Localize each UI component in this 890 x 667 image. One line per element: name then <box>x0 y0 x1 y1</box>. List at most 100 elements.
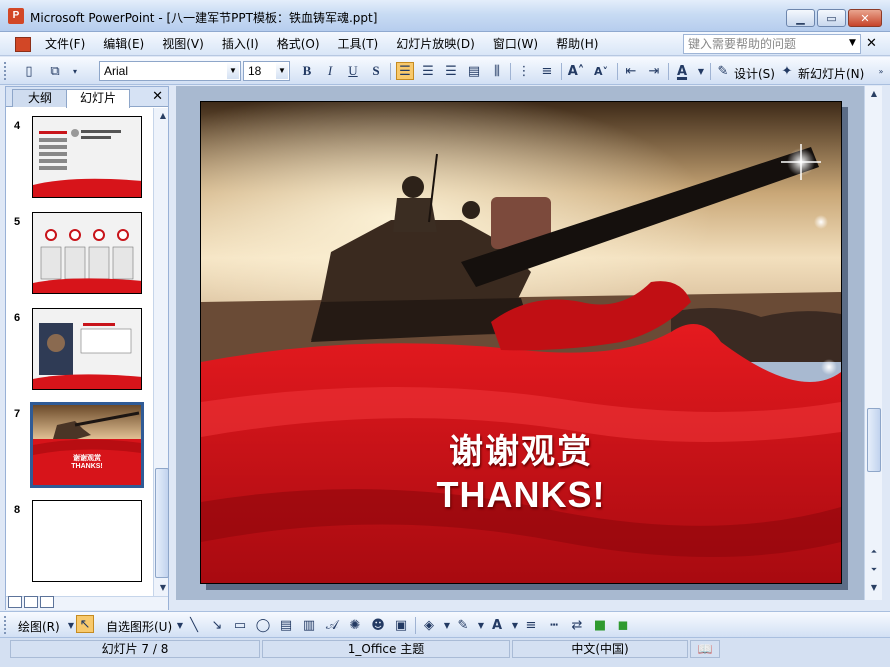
toolbar-options-icon[interactable]: ▾ <box>66 62 84 80</box>
menu-tools[interactable]: 工具(T) <box>329 36 388 52</box>
tab-slides[interactable]: 幻灯片 <box>66 89 130 108</box>
thumbnail-slide-4[interactable] <box>32 116 142 198</box>
close-button[interactable]: ✕ <box>848 9 882 27</box>
thumbnail-slide-7[interactable]: 谢谢观赏 THANKS! <box>30 402 144 488</box>
increase-font-icon[interactable]: A˄ <box>567 62 585 80</box>
help-search-input[interactable]: 键入需要帮助的问题 <box>683 34 861 54</box>
arrow-style-icon[interactable]: ⇄ <box>568 616 586 634</box>
scroll-up-icon[interactable]: ▲ <box>155 108 171 124</box>
line-tool-icon[interactable]: ╲ <box>185 616 203 634</box>
powerpoint-icon[interactable]: P <box>8 8 24 24</box>
chevron-down-icon: ▼ <box>276 63 288 79</box>
increase-indent-icon[interactable]: ⇥ <box>645 62 663 80</box>
italic-button[interactable]: I <box>321 62 339 80</box>
justify-button[interactable]: ▤ <box>465 62 483 80</box>
decrease-indent-icon[interactable]: ⇤ <box>622 62 640 80</box>
toolbar-grip[interactable] <box>4 62 7 80</box>
align-right-button[interactable]: ☰ <box>442 62 460 80</box>
font-color-icon[interactable]: A <box>488 616 506 634</box>
window-title: Microsoft PowerPoint - [八一建军节PPT模板：铁血铸军魂… <box>30 11 378 25</box>
bullets-button[interactable]: ≡ <box>538 62 556 80</box>
design-button[interactable]: 设计(S) <box>734 65 775 82</box>
normal-view-icon[interactable] <box>8 596 22 608</box>
menu-window[interactable]: 窗口(W) <box>484 36 547 52</box>
font-size-select[interactable]: 18 ▼ <box>243 61 290 81</box>
scroll-thumb[interactable] <box>155 468 169 578</box>
bold-button[interactable]: B <box>298 62 316 80</box>
new-slide-button[interactable]: 新幻灯片(N) <box>798 65 864 82</box>
spellcheck-icon[interactable]: 📖 <box>690 640 720 658</box>
menu-insert[interactable]: 插入(I) <box>213 36 268 52</box>
font-name-select[interactable]: Arial ▼ <box>99 61 241 81</box>
draw-menu-button[interactable]: 绘图(R) <box>18 618 60 635</box>
maximize-button[interactable]: ▭ <box>817 9 846 27</box>
document-icon[interactable] <box>15 37 31 52</box>
thumbnail-number: 8 <box>14 504 21 516</box>
fill-color-icon[interactable]: ◈ <box>420 616 438 634</box>
thumbnail-number: 6 <box>14 312 21 324</box>
decrease-font-icon[interactable]: A˅ <box>592 62 610 80</box>
slide-4-preview <box>33 117 141 197</box>
align-left-button[interactable]: ☰ <box>396 62 414 80</box>
align-center-button[interactable]: ☰ <box>419 62 437 80</box>
clipart-icon[interactable]: ☻ <box>369 616 387 634</box>
rectangle-tool-icon[interactable]: ▭ <box>231 616 249 634</box>
copy-icon[interactable]: ⧉ <box>46 62 64 80</box>
scroll-down-icon[interactable]: ▼ <box>155 580 171 596</box>
diagram-icon[interactable]: ✺ <box>346 616 364 634</box>
numbering-button[interactable]: ⋮ <box>515 62 533 80</box>
scroll-up-icon[interactable]: ▲ <box>866 86 882 102</box>
document-close-icon[interactable]: ✕ <box>866 36 877 51</box>
thumbnail-slide-5[interactable] <box>32 212 142 294</box>
arrow-tool-icon[interactable]: ↘ <box>208 616 226 634</box>
slide-title-chinese[interactable]: 谢谢观赏 <box>201 424 841 473</box>
oval-tool-icon[interactable]: ◯ <box>254 616 272 634</box>
menu-help[interactable]: 帮助(H) <box>547 36 607 52</box>
menu-format[interactable]: 格式(O) <box>268 36 329 52</box>
next-slide-icon[interactable]: ⏷ <box>866 562 882 578</box>
slide-title-english[interactable]: THANKS! <box>201 474 841 516</box>
toolbar-grip[interactable] <box>4 616 7 634</box>
3d-style-icon[interactable]: ◼ <box>614 616 632 634</box>
underline-button[interactable]: U <box>344 62 362 80</box>
thumbnail-scrollbar[interactable]: ▲ ▼ <box>153 108 171 596</box>
scroll-thumb[interactable] <box>867 408 881 472</box>
minimize-button[interactable]: ▁ <box>786 9 815 27</box>
formatting-toolbar: ▯ ⧉ ▾ Arial ▼ 18 ▼ B I U S ☰ ☰ ☰ ▤ ⫼ ⋮ ≡… <box>0 57 890 85</box>
textbox-icon[interactable]: ▤ <box>277 616 295 634</box>
picture-icon[interactable]: ▣ <box>392 616 410 634</box>
chevron-down-icon[interactable]: ▼ <box>692 62 710 80</box>
new-document-icon[interactable]: ▯ <box>20 62 38 80</box>
columns-button[interactable]: ⫼ <box>488 62 506 80</box>
menu-edit[interactable]: 编辑(E) <box>94 36 153 52</box>
menu-file[interactable]: 文件(F) <box>36 36 94 52</box>
vertical-textbox-icon[interactable]: ▥ <box>300 616 318 634</box>
thumbnail-slide-6[interactable] <box>32 308 142 390</box>
dash-style-icon[interactable]: ┅ <box>545 616 563 634</box>
slide-sorter-icon[interactable] <box>24 596 38 608</box>
menu-slideshow[interactable]: 幻灯片放映(D) <box>387 36 484 52</box>
select-pointer-icon[interactable]: ↖ <box>76 615 94 633</box>
font-color-icon[interactable]: A <box>673 62 691 80</box>
slideshow-view-icon[interactable] <box>40 596 54 608</box>
menu-view[interactable]: 视图(V) <box>153 36 213 52</box>
thumbnail-slide-8[interactable] <box>32 500 142 582</box>
font-name-value: Arial <box>104 64 129 78</box>
autoshapes-button[interactable]: 自选图形(U) <box>106 618 172 635</box>
chevron-down-icon[interactable]: ▼ <box>849 38 856 48</box>
scroll-down-icon[interactable]: ▼ <box>866 580 882 596</box>
wordart-icon[interactable]: 𝒜 <box>323 616 341 634</box>
line-color-icon[interactable]: ✎ <box>454 616 472 634</box>
toolbar-overflow-icon[interactable]: » <box>872 62 890 80</box>
line-style-icon[interactable]: ≡ <box>522 616 540 634</box>
toolbar-separator <box>390 63 391 80</box>
current-slide[interactable]: 谢谢观赏 THANKS! <box>200 101 842 584</box>
thumbnail-title-en: THANKS! <box>71 463 103 470</box>
close-icon[interactable]: ✕ <box>152 89 163 104</box>
slide-scrollbar[interactable]: ▲ ⏶ ⏷ ▼ <box>864 86 882 600</box>
shadow-style-icon[interactable]: ■ <box>591 616 609 634</box>
thumbnail-number: 7 <box>14 408 21 420</box>
tab-outline[interactable]: 大纲 <box>12 89 68 107</box>
shadow-button[interactable]: S <box>367 62 385 80</box>
previous-slide-icon[interactable]: ⏶ <box>866 544 882 560</box>
